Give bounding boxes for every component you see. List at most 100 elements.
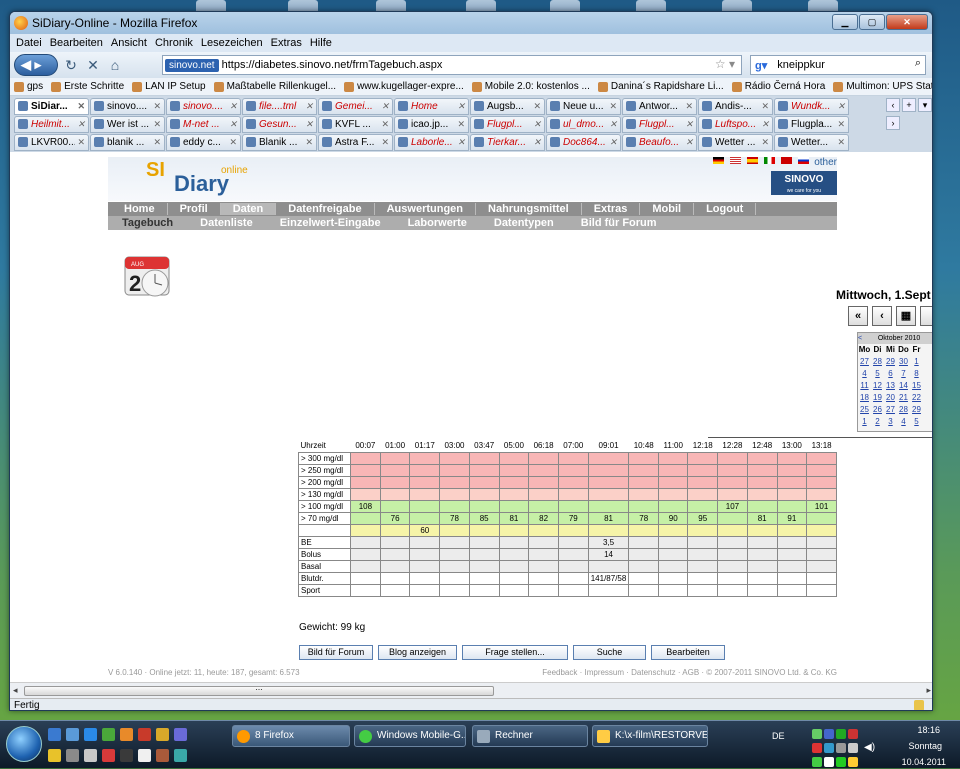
table-cell[interactable] — [379, 475, 411, 489]
bookmark-item[interactable]: Mobile 2.0: kostenlos ... — [471, 81, 590, 92]
browser-tab[interactable]: Doc864... ✕ — [546, 133, 621, 151]
tab-close-icon[interactable]: ✕ — [761, 119, 769, 130]
table-cell[interactable] — [806, 571, 837, 585]
maximize-button[interactable]: ▢ — [859, 14, 885, 30]
browser-tab[interactable]: Augsb... ✕ — [470, 97, 545, 115]
tab-close-icon[interactable]: ✕ — [77, 119, 85, 130]
tab-close-icon[interactable]: ✕ — [305, 137, 313, 148]
browser-tab[interactable]: Blanik ... ✕ — [242, 133, 317, 151]
mini-calendar-day[interactable]: 7 — [897, 368, 910, 380]
table-cell[interactable] — [776, 523, 808, 537]
time-column-header[interactable]: 12:48 — [747, 440, 777, 453]
table-cell[interactable] — [409, 547, 441, 561]
table-cell[interactable] — [776, 451, 808, 465]
table-cell[interactable] — [628, 487, 660, 501]
table-cell[interactable] — [498, 523, 530, 537]
window-titlebar[interactable]: SiDiary-Online - Mozilla Firefox ▁ ▢ ✕ — [10, 12, 932, 34]
browser-tab[interactable]: Gemei... ✕ — [318, 97, 393, 115]
table-cell[interactable] — [717, 571, 748, 585]
tab-close-icon[interactable]: ✕ — [609, 119, 617, 130]
table-cell[interactable] — [350, 511, 381, 525]
table-cell[interactable]: 95 — [687, 511, 719, 525]
browser-tab[interactable]: LKVR00... ✕ — [14, 133, 89, 151]
nav-datenfreigabe[interactable]: Datenfreigabe — [276, 203, 375, 215]
mini-calendar-day[interactable]: 14 — [897, 380, 910, 392]
tab-close-icon[interactable]: ✕ — [837, 101, 845, 112]
table-cell[interactable] — [806, 523, 837, 537]
app-icon[interactable] — [174, 749, 187, 762]
time-column-header[interactable]: 12:28 — [717, 440, 748, 453]
table-cell[interactable]: 3,5 — [587, 535, 630, 549]
tab-close-icon[interactable]: ✕ — [153, 119, 161, 130]
table-cell[interactable] — [717, 487, 748, 501]
browser-tab[interactable]: Laborle... ✕ — [394, 133, 469, 151]
table-cell[interactable] — [776, 583, 808, 597]
table-cell[interactable]: 82 — [528, 511, 559, 525]
stop-icon[interactable]: ✕ — [84, 56, 102, 74]
table-cell[interactable] — [628, 523, 660, 537]
table-cell[interactable] — [746, 487, 778, 501]
table-cell[interactable] — [439, 583, 470, 597]
app-icon[interactable] — [66, 749, 79, 762]
table-cell[interactable] — [557, 583, 589, 597]
table-cell[interactable] — [350, 451, 381, 465]
mini-calendar-day[interactable]: 29 — [910, 404, 923, 416]
table-cell[interactable]: 108 — [350, 499, 381, 513]
table-cell[interactable] — [439, 547, 470, 561]
table-cell[interactable] — [439, 559, 470, 573]
tab-close-icon[interactable]: ✕ — [77, 101, 85, 112]
tab-close-icon[interactable]: ✕ — [229, 119, 237, 130]
table-cell[interactable] — [717, 583, 748, 597]
table-cell[interactable] — [379, 463, 411, 477]
table-cell[interactable] — [379, 571, 411, 585]
browser-tab[interactable]: KVFL ... ✕ — [318, 115, 393, 133]
mini-calendar-day[interactable]: 18 — [858, 392, 871, 404]
table-cell[interactable] — [557, 451, 589, 465]
table-cell[interactable] — [409, 571, 441, 585]
ie-icon[interactable] — [84, 728, 97, 741]
table-cell[interactable] — [658, 535, 689, 549]
tab-close-icon[interactable]: ✕ — [533, 137, 541, 148]
browser-tab[interactable]: Flugpla... ✕ — [774, 115, 849, 133]
nav-daten[interactable]: Daten — [220, 203, 277, 215]
browser-tab[interactable]: Wer ist ... ✕ — [90, 115, 165, 133]
app-icon[interactable] — [138, 728, 151, 741]
time-column-header[interactable]: 05:00 — [499, 440, 529, 453]
browser-tab[interactable]: Wetter... ✕ — [774, 133, 849, 151]
tray-icon[interactable] — [836, 743, 846, 753]
table-cell[interactable] — [717, 547, 748, 561]
app-icon[interactable] — [138, 749, 151, 762]
mini-calendar-day[interactable]: 15 — [910, 380, 923, 392]
menu-item[interactable]: Chronik — [155, 37, 193, 49]
table-cell[interactable] — [687, 559, 719, 573]
table-cell[interactable] — [498, 475, 530, 489]
browser-tab[interactable]: SiDiar... ✕ — [14, 97, 89, 115]
table-cell[interactable] — [350, 559, 381, 573]
clock-date[interactable]: 10.04.2011 — [902, 757, 946, 767]
table-cell[interactable] — [439, 463, 470, 477]
tray-icon[interactable] — [848, 757, 858, 767]
table-cell[interactable] — [746, 463, 778, 477]
table-cell[interactable] — [350, 571, 381, 585]
firefox-quicklaunch-icon[interactable] — [120, 728, 133, 741]
table-cell[interactable] — [557, 571, 589, 585]
table-cell[interactable] — [350, 523, 381, 537]
table-cell[interactable] — [528, 451, 559, 465]
browser-tab[interactable]: Wetter ... ✕ — [698, 133, 773, 151]
action-button[interactable]: Blog anzeigen — [378, 645, 457, 660]
table-cell[interactable] — [628, 571, 660, 585]
tab-close-icon[interactable]: ✕ — [381, 101, 389, 112]
subnav-item[interactable]: Datenliste — [200, 217, 253, 229]
mini-calendar-day[interactable]: 8 — [910, 368, 923, 380]
action-button[interactable]: Bearbeiten — [651, 645, 725, 660]
browser-tab[interactable]: M-net ... ✕ — [166, 115, 241, 133]
app-icon[interactable] — [102, 728, 115, 741]
tray-icon[interactable] — [824, 757, 834, 767]
tray-icon[interactable] — [848, 729, 858, 739]
table-cell[interactable] — [528, 475, 559, 489]
table-cell[interactable] — [409, 511, 441, 525]
browser-tab[interactable]: Astra F... ✕ — [318, 133, 393, 151]
table-cell[interactable] — [528, 463, 559, 477]
time-column-header[interactable]: 09:01 — [588, 440, 629, 453]
table-cell[interactable] — [687, 451, 719, 465]
